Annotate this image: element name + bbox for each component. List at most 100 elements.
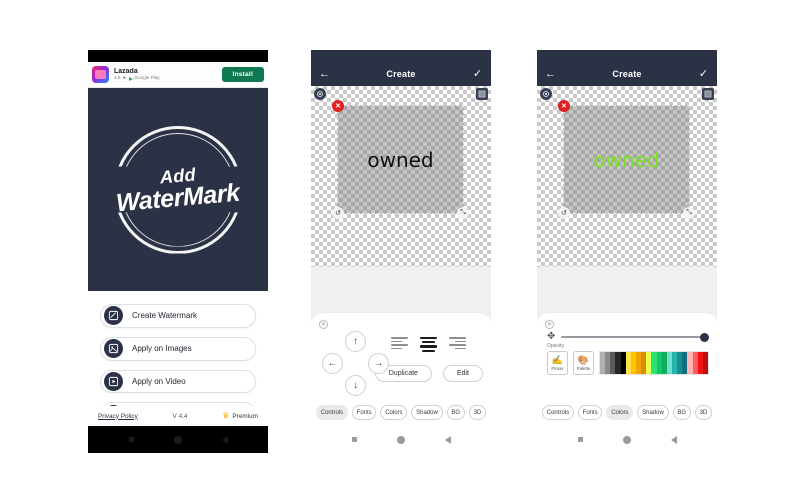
recents-button[interactable] <box>351 437 357 442</box>
back-button[interactable] <box>444 435 451 444</box>
direction-pad: ↑ ← → ↓ <box>319 331 389 397</box>
back-arrow-icon[interactable]: ← <box>318 68 331 80</box>
tab-fonts[interactable]: Fonts <box>577 405 603 420</box>
privacy-policy-link[interactable]: Privacy Policy <box>98 413 138 420</box>
edit-button[interactable]: Edit <box>442 364 483 382</box>
tab-bg[interactable]: BG <box>446 405 465 420</box>
align-center-icon[interactable] <box>420 337 438 354</box>
slider-track <box>561 335 709 339</box>
palette-icon: 🎨 <box>577 354 590 365</box>
install-button[interactable]: Install <box>221 67 264 82</box>
eye-dropper-icon[interactable] <box>540 88 552 100</box>
logo-text: Add WaterMark <box>114 126 242 254</box>
grid-icon[interactable] <box>476 88 488 100</box>
close-icon[interactable]: ✕ <box>545 320 554 329</box>
tab-colors[interactable]: Colors <box>380 405 408 420</box>
tab-bg[interactable]: BG <box>672 405 691 420</box>
resize-handle[interactable]: ⤡ <box>457 207 469 219</box>
menu-item-create-watermark[interactable]: Create Watermark <box>100 304 256 328</box>
eye-dropper-icon[interactable] <box>314 88 326 100</box>
color-palette-button[interactable]: 🎨 Palette <box>573 351 594 375</box>
status-bar <box>88 50 268 62</box>
tab-controls[interactable]: Controls <box>316 405 348 420</box>
back-button[interactable] <box>221 435 228 444</box>
android-nav-bar <box>88 426 268 453</box>
logo-line-2: WaterMark <box>115 178 241 218</box>
controls-right-column: Duplicate Edit <box>374 331 483 397</box>
menu-item-label: Create Watermark <box>132 311 198 321</box>
lazada-app-icon <box>92 66 109 83</box>
ad-subtitle: 4.5 ★ Google Play <box>114 75 217 81</box>
controls-body: ↑ ← → ↓ Duplicate Edit <box>319 331 483 397</box>
delete-handle[interactable]: ✕ <box>332 100 344 112</box>
color-picker-button[interactable]: ✍ Picker <box>547 351 568 375</box>
home-button[interactable] <box>173 435 182 444</box>
controls-panel: ✕ ↑ ← → ↓ Duplicate Edit Controls Fonts … <box>311 312 491 426</box>
move-up-button[interactable]: ↑ <box>345 331 366 352</box>
editor-app-bar: ← Create ✓ <box>537 62 717 86</box>
move-left-button[interactable]: ← <box>322 353 343 374</box>
tab-controls[interactable]: Controls <box>542 405 574 420</box>
selected-text-element[interactable]: owned ✕ ↺ ⤡ <box>332 100 469 219</box>
home-button[interactable] <box>396 435 405 444</box>
tab-colors[interactable]: Colors <box>606 405 634 420</box>
app-logo: Add WaterMark <box>114 125 242 254</box>
editor-canvas[interactable]: owned ✕ ↺ ⤡ <box>311 86 491 267</box>
apply-on-images-icon <box>104 339 123 359</box>
recents-button[interactable] <box>128 437 134 442</box>
resize-handle[interactable]: ⤡ <box>683 207 695 219</box>
ad-app-name: Lazada <box>114 67 138 75</box>
recents-button[interactable] <box>577 437 583 442</box>
tab-3d[interactable]: 3D <box>468 405 487 420</box>
menu-item-apply-on-video[interactable]: Apply on Video <box>100 369 256 394</box>
premium-label: Premium <box>232 412 258 420</box>
android-nav-bar <box>311 426 491 453</box>
checkmark-icon[interactable]: ✓ <box>697 68 710 80</box>
colors-panel: ✕ ✥ Opacity ✍ Picker 🎨 Palette Controls … <box>537 312 717 426</box>
premium-button[interactable]: ♛ Premium <box>222 412 258 420</box>
slider-thumb[interactable] <box>700 332 709 342</box>
editor-tabs: Controls Fonts Colors Shadow BG 3D <box>537 405 717 420</box>
tab-shadow[interactable]: Shadow <box>637 405 669 420</box>
editor-tabs: Controls Fonts Colors Shadow BG 3D <box>311 405 491 420</box>
move-right-button[interactable]: → <box>368 353 389 374</box>
color-swatch-strip[interactable] <box>599 351 709 375</box>
phone-screen-editor-controls: ← Create ✓ owned ✕ ↺ ⤡ ✕ ↑ ← → ↓ Duplica… <box>311 50 491 453</box>
watermark-text: owned <box>367 147 434 172</box>
android-nav-bar <box>537 426 717 453</box>
picker-icon: ✍ <box>551 354 564 365</box>
menu-item-apply-on-images[interactable]: Apply on Images <box>100 336 256 361</box>
phone-screen-home: Lazada 4.5 ★ Google Play Install Add Wat… <box>88 50 268 453</box>
screenshot-stage: Lazada 4.5 ★ Google Play Install Add Wat… <box>0 0 800 500</box>
editor-canvas[interactable]: owned ✕ ↺ ⤡ <box>537 86 717 267</box>
delete-handle[interactable]: ✕ <box>558 100 570 112</box>
grid-icon[interactable] <box>702 88 714 100</box>
back-arrow-icon[interactable]: ← <box>544 68 557 80</box>
action-button-row: Duplicate Edit <box>374 364 483 382</box>
opacity-icon: ✥ <box>547 331 556 342</box>
color-swatch[interactable] <box>702 352 708 374</box>
close-icon[interactable]: ✕ <box>319 320 328 329</box>
checkmark-icon[interactable]: ✓ <box>471 68 484 80</box>
tab-3d[interactable]: 3D <box>694 405 713 420</box>
rotate-handle[interactable]: ↺ <box>558 207 570 219</box>
tab-fonts[interactable]: Fonts <box>351 405 377 420</box>
home-button[interactable] <box>622 435 631 444</box>
align-right-icon[interactable] <box>449 337 467 354</box>
move-down-button[interactable]: ↓ <box>345 375 366 396</box>
page-title: Create <box>612 69 642 79</box>
color-controls-row: ✍ Picker 🎨 Palette <box>545 351 709 375</box>
tab-shadow[interactable]: Shadow <box>411 405 443 420</box>
editor-app-bar: ← Create ✓ <box>311 62 491 86</box>
back-button[interactable] <box>670 435 677 444</box>
menu-item-label: Apply on Video <box>132 376 186 386</box>
hero-section: Add WaterMark <box>88 88 268 291</box>
phone-screen-editor-colors: ← Create ✓ owned ✕ ↺ ⤡ ✕ ✥ Opacity ✍ Pic… <box>537 50 717 453</box>
crown-icon: ♛ <box>222 411 230 420</box>
apply-on-video-icon <box>104 371 123 391</box>
selected-text-element[interactable]: owned ✕ ↺ ⤡ <box>558 100 695 219</box>
ad-banner[interactable]: Lazada 4.5 ★ Google Play Install <box>88 62 268 88</box>
align-left-icon[interactable] <box>391 337 409 354</box>
rotate-handle[interactable]: ↺ <box>332 207 344 219</box>
opacity-slider[interactable] <box>561 332 709 342</box>
